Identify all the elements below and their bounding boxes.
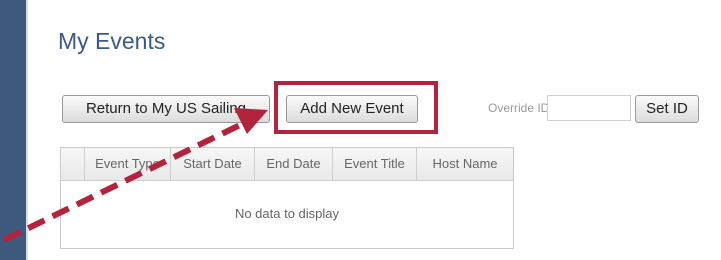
arrow-dashed-line [2,121,244,243]
arrow-head [234,108,268,134]
pointer-arrow-icon [2,108,268,243]
